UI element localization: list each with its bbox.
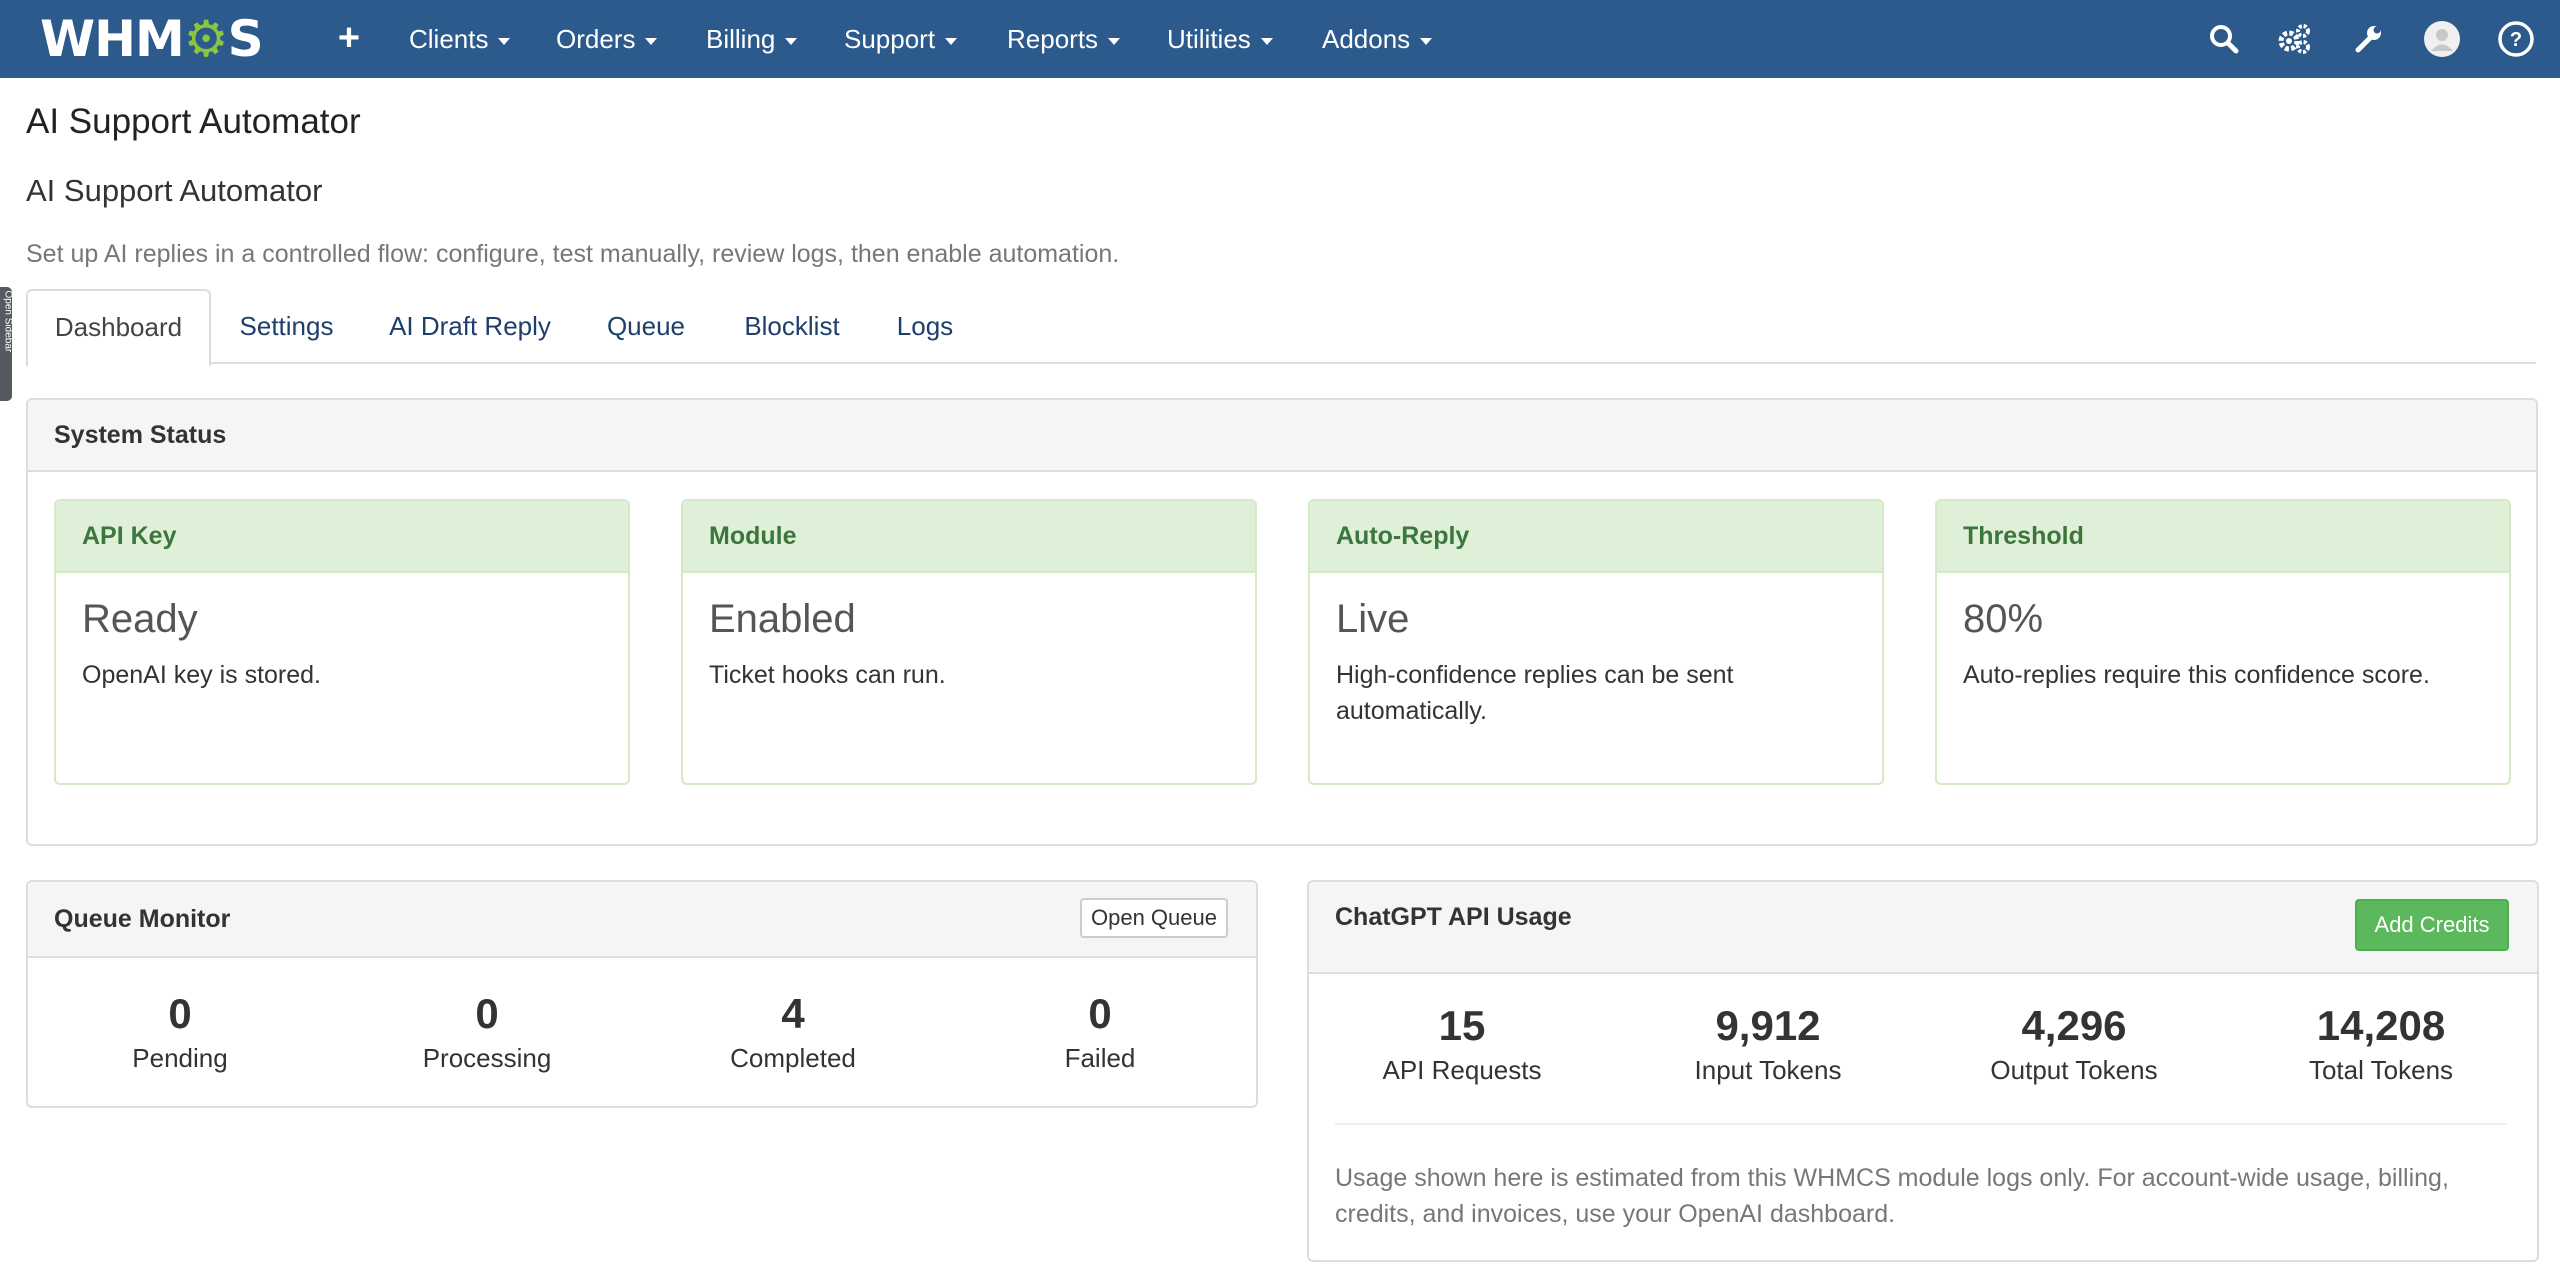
api-usage-title: ChatGPT API Usage	[1335, 903, 1572, 931]
card-title: API Key	[82, 522, 177, 550]
card-value: Enabled	[709, 597, 856, 641]
card-description: Auto-replies require this confidence sco…	[1963, 661, 2430, 689]
card-value: 80%	[1963, 597, 2044, 641]
status-card-auto-reply: Auto-Reply Live High-confidence replies …	[1308, 499, 1884, 785]
tab-settings[interactable]: Settings	[214, 290, 359, 362]
stat-value: 0	[475, 990, 499, 1037]
stat-label: API Requests	[1382, 1055, 1542, 1085]
card-title: Module	[709, 522, 797, 550]
system-status-heading: System Status	[28, 400, 2536, 472]
stat-value: 9,912	[1715, 1002, 1821, 1049]
chevron-down-icon	[498, 37, 511, 45]
queue-monitor-heading: Queue Monitor	[28, 882, 1256, 958]
chevron-down-icon	[945, 37, 958, 45]
nav-orders-label: Orders	[556, 24, 636, 54]
tabs-divider	[26, 362, 2536, 364]
nav-addons[interactable]: Addons	[1322, 20, 1433, 58]
stat-label: Processing	[422, 1043, 552, 1073]
add-credits-button[interactable]: Add Credits	[2355, 899, 2509, 951]
card-description: OpenAI key is stored.	[82, 661, 322, 689]
top-navbar: WHM⚙S + Clients Orders Billing Support R…	[0, 0, 2560, 78]
stat-output-tokens: 4,296 Output Tokens	[1974, 1002, 2174, 1088]
card-title: Auto-Reply	[1336, 522, 1470, 550]
avatar-icon[interactable]	[2423, 20, 2461, 58]
stat-pending: 0 Pending	[80, 990, 280, 1076]
logo-gear-icon: ⚙	[183, 10, 229, 68]
stat-api-requests: 15 API Requests	[1362, 1002, 1562, 1088]
card-description: High-confidence replies can be sent auto…	[1336, 661, 1734, 725]
nav-billing[interactable]: Billing	[706, 20, 798, 58]
api-usage-heading: ChatGPT API Usage	[1309, 882, 2537, 974]
system-status-title: System Status	[54, 421, 227, 449]
stat-processing: 0 Processing	[387, 990, 587, 1076]
quick-add-button[interactable]: +	[334, 17, 364, 61]
card-value: Ready	[82, 597, 198, 641]
usage-divider	[1335, 1123, 2507, 1125]
nav-clients-label: Clients	[409, 24, 489, 54]
stat-value: 14,208	[2316, 1002, 2446, 1049]
stat-label: Total Tokens	[2308, 1055, 2454, 1085]
open-queue-button[interactable]: Open Queue	[1080, 898, 1228, 938]
status-card-api-key: API Key Ready OpenAI key is stored.	[54, 499, 630, 785]
tab-logs[interactable]: Logs	[880, 290, 970, 362]
status-card-module: Module Enabled Ticket hooks can run.	[681, 499, 1257, 785]
chevron-down-icon	[645, 37, 658, 45]
card-heading: Auto-Reply	[1310, 501, 1882, 573]
wrench-icon[interactable]	[2349, 20, 2387, 58]
chevron-down-icon	[1260, 37, 1273, 45]
nav-billing-label: Billing	[706, 24, 776, 54]
nav-utilities-label: Utilities	[1167, 24, 1251, 54]
stat-value: 4,296	[2021, 1002, 2127, 1049]
stat-label: Failed	[1064, 1043, 1136, 1073]
card-value: Live	[1336, 597, 1410, 641]
chevron-down-icon	[1420, 37, 1433, 45]
tab-dashboard[interactable]: Dashboard	[26, 289, 211, 367]
stat-label: Pending	[132, 1043, 228, 1073]
stat-value: 0	[1088, 990, 1112, 1037]
card-heading: Module	[683, 501, 1255, 573]
logo-text-suffix: S	[227, 10, 264, 68]
card-description: Ticket hooks can run.	[709, 661, 946, 689]
stat-completed: 4 Completed	[693, 990, 893, 1076]
gears-icon[interactable]	[2275, 20, 2313, 58]
card-heading: API Key	[56, 501, 628, 573]
nav-addons-label: Addons	[1322, 24, 1411, 54]
nav-reports-label: Reports	[1007, 24, 1099, 54]
nav-orders[interactable]: Orders	[556, 20, 658, 58]
stat-failed: 0 Failed	[1000, 990, 1200, 1076]
tab-ai-draft-reply[interactable]: AI Draft Reply	[372, 290, 568, 362]
help-icon[interactable]: ?	[2497, 20, 2535, 58]
stat-value: 4	[781, 990, 805, 1037]
logo-text-prefix: WHM	[40, 10, 185, 68]
chevron-down-icon	[1108, 37, 1121, 45]
stat-total-tokens: 14,208 Total Tokens	[2281, 1002, 2481, 1088]
stat-label: Input Tokens	[1694, 1055, 1842, 1085]
chevron-down-icon	[785, 37, 798, 45]
stat-value: 15	[1438, 1002, 1486, 1049]
page-title: AI Support Automator	[26, 102, 361, 141]
stat-label: Completed	[730, 1043, 856, 1073]
open-sidebar-label: Open Sidebar	[2, 290, 13, 353]
nav-support[interactable]: Support	[844, 20, 958, 58]
svg-text:?: ?	[2510, 29, 2522, 51]
queue-monitor-title: Queue Monitor	[54, 905, 231, 933]
nav-utilities[interactable]: Utilities	[1167, 20, 1273, 58]
nav-support-label: Support	[844, 24, 936, 54]
tab-blocklist[interactable]: Blocklist	[722, 290, 862, 362]
nav-clients[interactable]: Clients	[409, 20, 511, 58]
module-subtitle: Set up AI replies in a controlled flow: …	[26, 240, 1120, 268]
status-card-threshold: Threshold 80% Auto-replies require this …	[1935, 499, 2511, 785]
card-heading: Threshold	[1937, 501, 2509, 573]
usage-note: Usage shown here is estimated from this …	[1335, 1164, 2449, 1228]
module-title: AI Support Automator	[26, 173, 323, 208]
stat-value: 0	[168, 990, 192, 1037]
search-icon[interactable]	[2205, 20, 2243, 58]
whmcs-logo[interactable]: WHM⚙S	[40, 10, 264, 68]
stat-input-tokens: 9,912 Input Tokens	[1668, 1002, 1868, 1088]
card-title: Threshold	[1963, 522, 2084, 550]
stat-label: Output Tokens	[1990, 1055, 2158, 1085]
tab-queue[interactable]: Queue	[588, 290, 704, 362]
open-sidebar-tab[interactable]: Open Sidebar	[0, 287, 12, 401]
nav-reports[interactable]: Reports	[1007, 20, 1121, 58]
